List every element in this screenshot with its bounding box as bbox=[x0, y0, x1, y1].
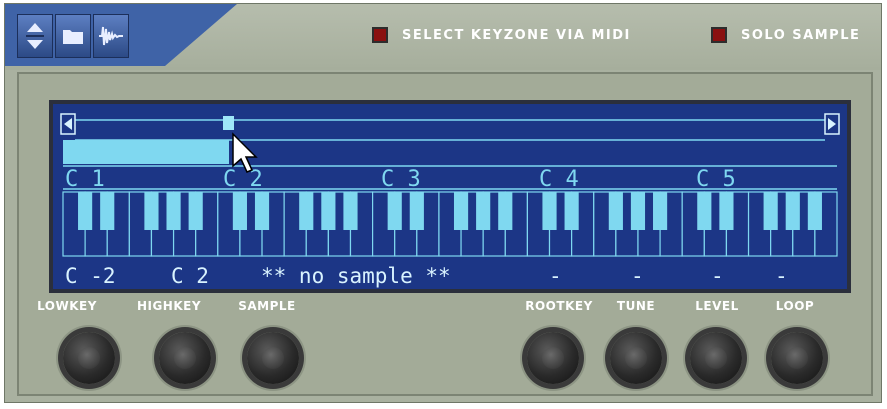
black-key[interactable] bbox=[100, 192, 115, 230]
keyzone-screen: C 1 C 2 C 3 C 4 C 5 bbox=[53, 104, 847, 289]
black-key[interactable] bbox=[409, 192, 424, 230]
lowkey-knob[interactable] bbox=[63, 332, 115, 384]
black-key[interactable] bbox=[78, 192, 93, 230]
octave-label-c1: C 1 bbox=[65, 167, 105, 192]
tune-label: TUNE bbox=[616, 299, 656, 313]
browse-folder-button[interactable] bbox=[55, 14, 91, 58]
rootkey-label: ROOTKEY bbox=[525, 299, 593, 313]
sample-value: ** no sample ** bbox=[261, 264, 451, 288]
black-key[interactable] bbox=[232, 192, 247, 230]
keyzone-handle[interactable] bbox=[223, 116, 234, 130]
patch-browse-up-down-button[interactable] bbox=[17, 14, 53, 58]
black-key[interactable] bbox=[763, 192, 778, 230]
black-key[interactable] bbox=[608, 192, 623, 230]
black-key[interactable] bbox=[630, 192, 646, 230]
black-key[interactable] bbox=[476, 192, 491, 230]
black-key[interactable] bbox=[719, 192, 734, 230]
level-knob[interactable] bbox=[690, 332, 742, 384]
scroll-left-button[interactable] bbox=[60, 113, 76, 135]
black-key[interactable] bbox=[387, 192, 402, 230]
octave-label-c4: C 4 bbox=[539, 167, 579, 192]
scroll-right-button[interactable] bbox=[824, 113, 840, 135]
up-down-arrows-icon bbox=[26, 23, 44, 49]
sampler-device-panel: SELECT KEYZONE VIA MIDI SOLO SAMPLE C 1 … bbox=[4, 3, 882, 403]
black-key[interactable] bbox=[299, 192, 314, 230]
black-key[interactable] bbox=[321, 192, 336, 230]
solo-sample-led[interactable] bbox=[711, 27, 727, 43]
keyzone-section: C 1 C 2 C 3 C 4 C 5 C -2 C 2 ** no sampl… bbox=[17, 72, 873, 396]
black-key[interactable] bbox=[807, 192, 822, 230]
octave-label-c2: C 2 bbox=[223, 167, 263, 192]
black-key[interactable] bbox=[166, 192, 181, 230]
patch-tab-corner bbox=[165, 4, 237, 66]
keyzone-bar[interactable] bbox=[63, 140, 229, 164]
level-value: - bbox=[711, 264, 724, 288]
tune-value: - bbox=[631, 264, 644, 288]
level-label: LEVEL bbox=[695, 299, 739, 313]
black-key[interactable] bbox=[697, 192, 712, 230]
black-key[interactable] bbox=[254, 192, 270, 230]
keyboard[interactable] bbox=[62, 191, 838, 257]
highkey-label: HIGHKEY bbox=[136, 299, 202, 313]
black-key[interactable] bbox=[188, 192, 203, 230]
octave-label-c3: C 3 bbox=[381, 167, 421, 192]
black-key[interactable] bbox=[453, 192, 469, 230]
tune-knob[interactable] bbox=[610, 332, 662, 384]
folder-icon bbox=[63, 30, 83, 44]
loop-label: LOOP bbox=[775, 299, 815, 313]
solo-sample-label: SOLO SAMPLE bbox=[741, 28, 861, 43]
select-keyzone-led[interactable] bbox=[372, 27, 388, 43]
black-key[interactable] bbox=[144, 192, 159, 230]
lowkey-value: C -2 bbox=[65, 264, 116, 288]
sample-knob[interactable] bbox=[247, 332, 299, 384]
black-key[interactable] bbox=[785, 192, 800, 230]
black-key[interactable] bbox=[343, 192, 358, 230]
rootkey-value: - bbox=[549, 264, 562, 288]
loop-knob[interactable] bbox=[771, 332, 823, 384]
sample-label: SAMPLE bbox=[238, 299, 296, 313]
highkey-knob[interactable] bbox=[159, 332, 211, 384]
keyzone-display: C 1 C 2 C 3 C 4 C 5 C -2 C 2 ** no sampl… bbox=[49, 100, 851, 293]
waveform-icon bbox=[99, 26, 123, 46]
waveform-button[interactable] bbox=[93, 14, 129, 58]
highkey-value: C 2 bbox=[171, 264, 209, 288]
loop-value: - bbox=[775, 264, 788, 288]
black-key[interactable] bbox=[498, 192, 513, 230]
black-key[interactable] bbox=[542, 192, 557, 230]
rootkey-knob[interactable] bbox=[527, 332, 579, 384]
lowkey-label: LOWKEY bbox=[37, 299, 97, 313]
black-key[interactable] bbox=[653, 192, 668, 230]
octave-label-c5: C 5 bbox=[696, 167, 736, 192]
black-key[interactable] bbox=[564, 192, 579, 230]
select-keyzone-label: SELECT KEYZONE VIA MIDI bbox=[402, 28, 631, 43]
